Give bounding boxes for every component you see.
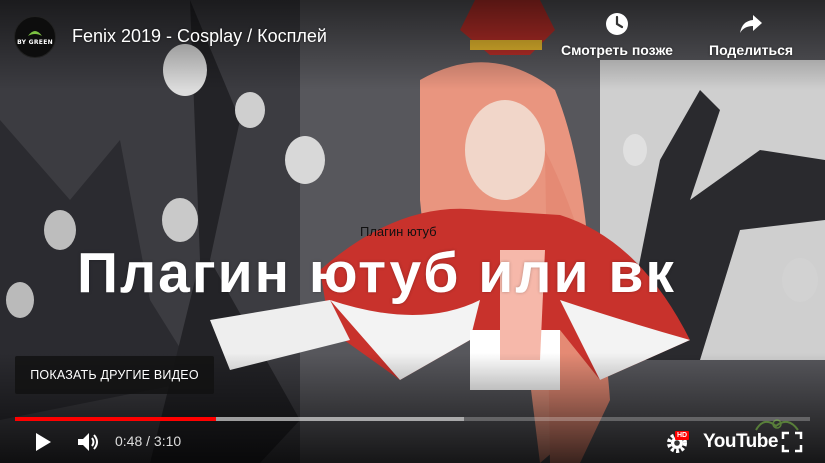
more-videos-button[interactable]: ПОКАЗАТЬ ДРУГИЕ ВИДЕО (15, 356, 214, 394)
clock-icon (605, 13, 628, 35)
caption-small: Плагин ютуб (360, 224, 437, 239)
youtube-logo[interactable]: YouTube (703, 431, 778, 453)
channel-avatar-text: BY GREEN (17, 39, 53, 46)
leaf-logo-icon (28, 31, 42, 36)
time-display: 0:48 / 3:10 (115, 433, 182, 449)
play-icon[interactable] (30, 430, 54, 454)
watch-later-label: Смотреть позже (561, 42, 673, 58)
caption-big: Плагин ютуб или вк (77, 241, 676, 305)
channel-avatar[interactable]: BY GREEN (14, 16, 56, 58)
progress-played (15, 417, 217, 421)
video-title[interactable]: Fenix 2019 - Cosplay / Косплей (72, 26, 327, 47)
progress-bar[interactable] (15, 417, 810, 421)
channel-watermark-icon[interactable] (752, 414, 802, 434)
share-label: Поделиться (709, 42, 794, 58)
hd-badge: HD (675, 431, 690, 440)
volume-icon[interactable] (76, 430, 100, 454)
share-arrow-icon (740, 15, 763, 33)
share-button[interactable]: Поделиться (709, 12, 793, 58)
watch-later-button[interactable]: Смотреть позже (561, 12, 673, 58)
